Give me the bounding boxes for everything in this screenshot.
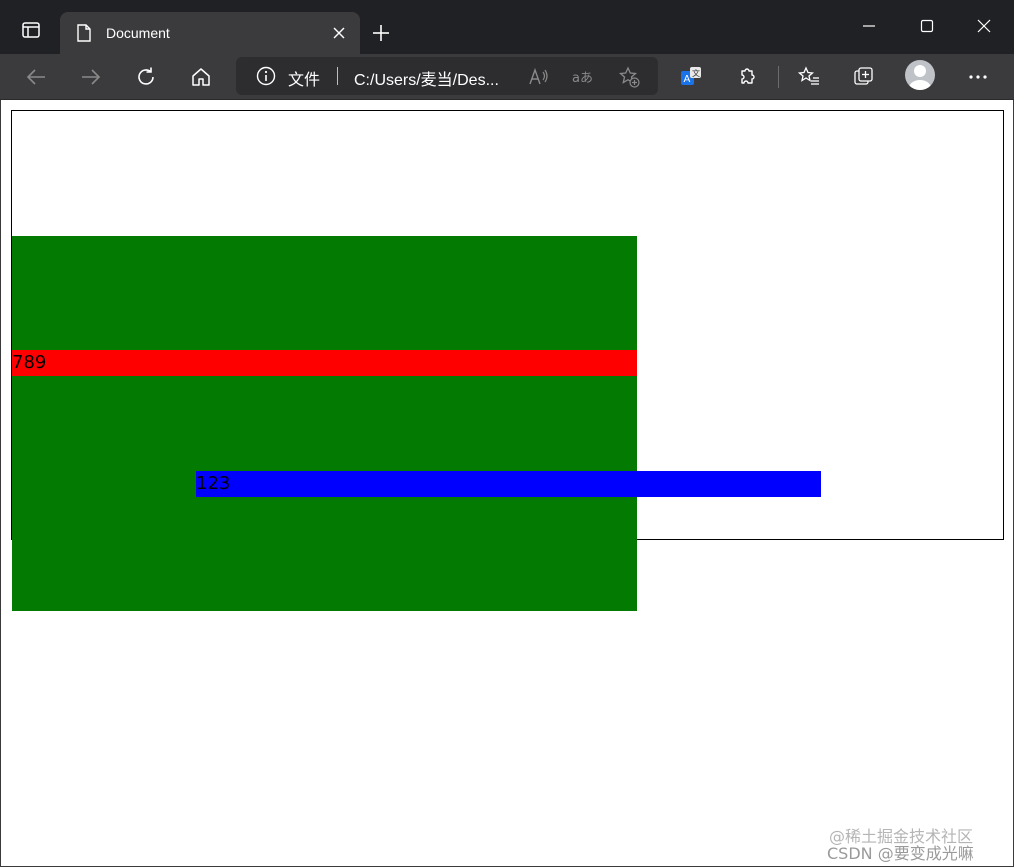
forward-icon — [82, 69, 101, 85]
more-icon — [969, 75, 987, 79]
profile-icon — [909, 65, 931, 90]
collections-button[interactable] — [847, 60, 881, 94]
refresh-icon — [138, 67, 154, 85]
navigation-toolbar: 文件 C:/Users/麦当/Des... aあ A 文 — [0, 54, 1014, 100]
refresh-button[interactable] — [129, 60, 163, 94]
address-url[interactable]: C:/Users/麦当/Des... — [354, 66, 499, 90]
home-icon — [192, 68, 210, 86]
svg-text:文: 文 — [692, 68, 700, 78]
svg-text:A: A — [684, 74, 691, 85]
blue-bar: 123 — [196, 471, 821, 497]
svg-text:aあ: aあ — [572, 71, 593, 86]
tab-actions-icon — [22, 22, 40, 38]
forward-button[interactable] — [74, 60, 108, 94]
profile-button[interactable] — [905, 60, 935, 90]
translate-icon: A 文 — [681, 67, 701, 85]
read-aloud-button[interactable] — [526, 64, 552, 90]
minimize-icon — [863, 25, 875, 27]
back-icon — [26, 69, 45, 85]
favorites-icon — [798, 66, 819, 85]
red-bar: 789 — [12, 350, 637, 376]
window-close-button[interactable] — [961, 8, 1007, 44]
tab-close-button[interactable] — [330, 24, 348, 42]
blue-bar-text: 123 — [196, 473, 231, 494]
more-button[interactable] — [961, 60, 995, 94]
green-box — [12, 236, 637, 611]
watermark-csdn: CSDN @要变成光嘛 — [827, 844, 974, 863]
site-info-label: 文件 — [288, 70, 321, 89]
new-tab-button[interactable] — [366, 18, 396, 48]
active-tab[interactable]: Document — [60, 12, 360, 54]
add-favorite-button[interactable] — [616, 64, 642, 90]
collections-icon — [854, 67, 873, 85]
document-icon — [76, 24, 94, 42]
toolbar-divider — [778, 66, 779, 88]
favorites-button[interactable] — [792, 60, 826, 94]
tab-actions-button[interactable] — [8, 12, 54, 48]
close-icon — [333, 27, 345, 39]
read-aloud-icon — [529, 67, 548, 85]
immersive-reader-button[interactable]: aあ — [570, 64, 596, 90]
title-bar: Document — [0, 0, 1014, 54]
maximize-icon — [920, 19, 934, 33]
extensions-icon — [741, 68, 755, 84]
info-icon[interactable] — [256, 66, 276, 86]
maximize-button[interactable] — [904, 8, 950, 44]
minimize-button[interactable] — [846, 8, 892, 44]
browser-window: Document 文件 C:/Users/麦当/Des... aあ A 文 78… — [0, 0, 1014, 867]
red-bar-text: 789 — [12, 352, 47, 373]
back-button[interactable] — [19, 60, 53, 94]
plus-icon — [373, 25, 389, 41]
address-separator — [337, 67, 338, 85]
extensions-button[interactable] — [730, 60, 764, 94]
address-bar[interactable]: 文件 C:/Users/麦当/Des... aあ — [236, 57, 658, 95]
add-favorite-icon — [618, 66, 640, 88]
immersive-reader-icon: aあ — [572, 71, 593, 86]
home-button[interactable] — [184, 60, 218, 94]
window-close-icon — [977, 19, 991, 33]
tab-title: Document — [106, 25, 170, 41]
translate-button[interactable]: A 文 — [674, 60, 708, 94]
